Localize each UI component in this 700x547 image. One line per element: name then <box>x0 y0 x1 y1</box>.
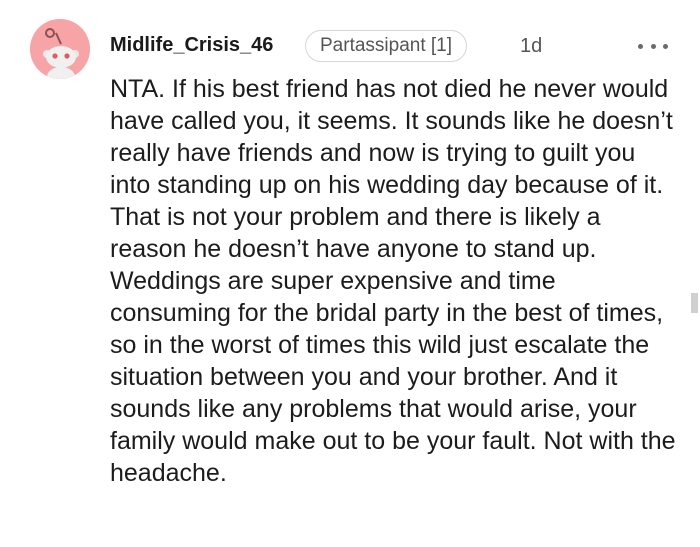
comment-timestamp[interactable]: 1d <box>520 35 542 58</box>
comment-card: Midlife_Crisis_46 Partassipant [1] 1d NT… <box>0 0 700 547</box>
ellipsis-dot <box>638 43 643 49</box>
ellipsis-dot <box>663 43 668 49</box>
user-flair-badge: Partassipant [1] <box>305 30 468 62</box>
ellipsis-dot <box>650 43 656 49</box>
ellipsis-icon[interactable] <box>638 36 668 56</box>
snoo-avatar-icon[interactable] <box>30 19 90 79</box>
username[interactable]: Midlife_Crisis_46 <box>110 34 273 57</box>
comment-body: NTA. If his best friend has not died he … <box>110 75 676 487</box>
scrollbar-thumb[interactable] <box>691 293 698 313</box>
